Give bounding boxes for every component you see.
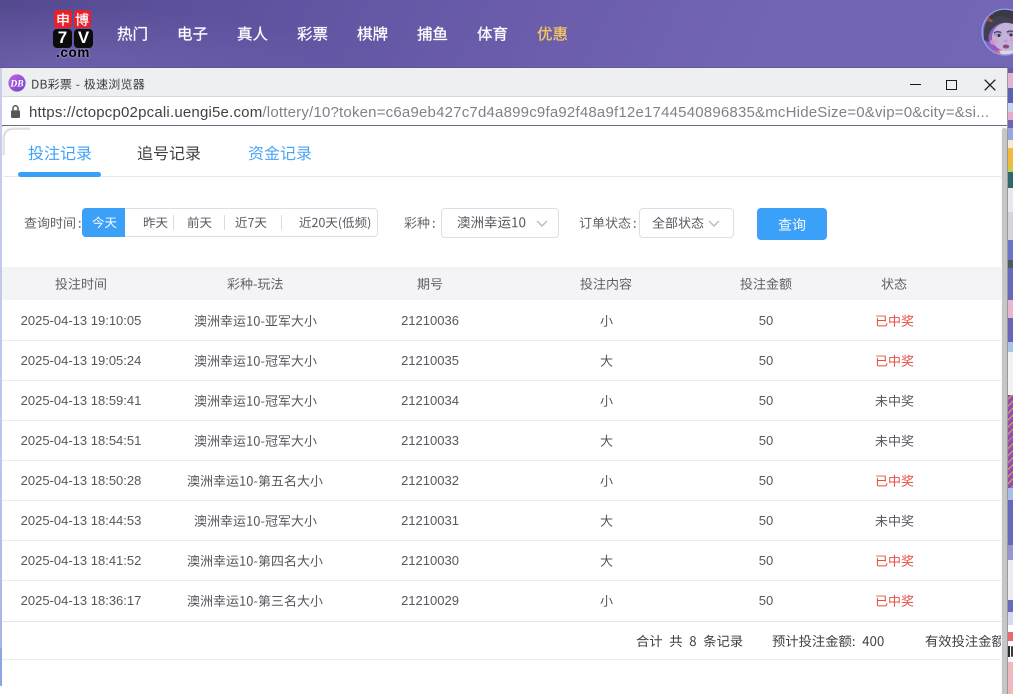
svg-text:DB: DB — [9, 79, 23, 89]
